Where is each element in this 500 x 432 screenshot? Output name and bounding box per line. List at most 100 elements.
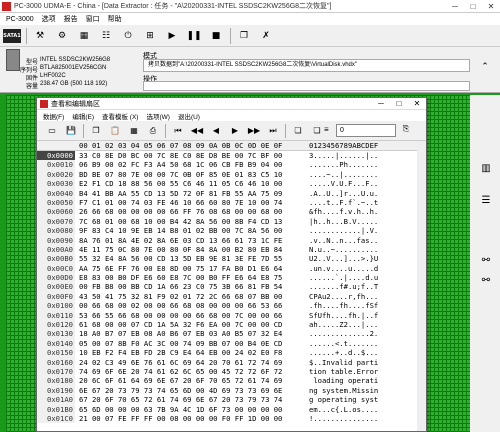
hex-row[interactable]: 0x0140 05 00 07 8B F0 AC 3C 00 74 09 BB 0… [37,338,426,349]
hex-row[interactable]: 0x0190 6E 67 20 73 79 73 74 65 6D 00 4D 6… [37,385,426,396]
dialog-maximize-icon[interactable]: □ [390,98,408,110]
hex-row[interactable]: 0x01C0 21 00 07 FE FF FF 00 08 00 00 00 F… [37,413,426,424]
hex-row-bytes[interactable]: 43 50 41 75 32 81 F9 02 01 72 2C 66 68 0… [75,292,305,301]
offset-input[interactable]: 0 [336,124,396,137]
hex-row[interactable]: 0x0100 00 66 68 00 02 00 00 66 68 08 00 0… [37,301,426,311]
next-icon[interactable]: ▶ [228,124,242,138]
dialog-menu-template[interactable]: 查看模板 (X) [98,111,142,121]
sliders-icon[interactable]: ☷ [98,28,114,44]
hex-row[interactable]: 0x0090 8A 76 01 8A 4E 02 8A 6E 03 CD 13 6… [37,235,426,245]
chart-icon[interactable]: ▥ [479,163,493,177]
hex-row-bytes[interactable]: AA 75 6E FF 76 00 E8 8D 00 75 17 FA B0 D… [75,264,305,273]
hex-row-ascii[interactable]: ......+..d..$... [305,348,425,357]
menu-pc3000[interactable]: PC-3000 [2,16,38,23]
hex-row[interactable]: 0x00B0 55 32 E4 8A 56 00 CD 13 5D EB 9E 8… [37,254,426,264]
hex-row-ascii[interactable]: ......`.|....d.u [305,273,425,282]
hex-row-bytes[interactable]: 06 B9 00 02 FC F3 A4 50 68 1C 06 CB FB B… [75,160,305,169]
hex-row[interactable]: 0x0040 B4 41 BB AA 55 CD 13 5D 72 0F 81 F… [37,188,426,198]
next-fast-icon[interactable]: ▶▶ [247,124,261,138]
menu-options[interactable]: 选项 [38,14,60,24]
hex-row-bytes[interactable]: 67 20 6F 70 65 72 61 74 69 6E 67 20 73 7… [75,395,305,404]
hex-row[interactable]: 0x0020 BD BE 07 80 7E 00 00 7C 0B 0F 85 0… [37,169,426,180]
hex-row-bytes[interactable]: 00 FB B8 00 BB CD 1A 66 23 C0 75 3B 66 8… [75,282,305,291]
hex-row-ascii[interactable]: loading operati [305,376,425,385]
bookmark-alt-icon[interactable]: ❏ [310,124,324,138]
hex-row-ascii[interactable]: ....t..F.f`.~..t [305,198,425,207]
hex-row-bytes[interactable]: 00 66 68 00 02 00 00 66 68 08 00 00 00 6… [75,301,305,310]
hex-row-ascii[interactable]: 3.....|......|.. [305,151,425,160]
hex-row-ascii[interactable]: &fh....f.v.h..h. [305,207,425,216]
hex-row-ascii[interactable]: .......f#.u;f..T [305,282,425,291]
hex-row[interactable]: 0x0050 F7 C1 01 00 74 03 FE 46 10 66 60 8… [37,197,426,208]
last-sector-icon[interactable]: ⏭ [266,124,280,138]
hex-row-bytes[interactable]: 8A 76 01 8A 4E 02 8A 6E 03 CD 13 66 61 7… [75,236,305,245]
hex-row-bytes[interactable]: F7 C1 01 00 74 03 FE 46 10 66 60 80 7E 1… [75,198,305,207]
hex-row-ascii[interactable]: |h..h...B.V..... [305,217,425,226]
hex-row-bytes[interactable]: 7C 68 01 00 68 10 00 B4 42 8A 56 00 8B F… [75,217,305,226]
hex-row-bytes[interactable]: 65 6D 00 00 00 63 7B 9A 4C 1D 6F 73 00 0… [75,405,305,414]
minimize-icon[interactable]: ─ [446,0,464,13]
paste-icon[interactable]: 📋 [108,124,122,138]
first-sector-icon[interactable]: ⏮ [171,124,185,138]
hex-row-ascii[interactable]: ng system.Missin [305,386,425,395]
power-icon[interactable]: ⏻ [120,28,136,44]
maximize-icon[interactable]: □ [464,0,482,13]
hex-row-ascii[interactable]: ..............2. [305,329,425,338]
dialog-menu-data[interactable]: 数据(F) [39,111,68,121]
hex-row-bytes[interactable]: 53 66 55 66 68 00 00 00 00 66 68 00 7C 0… [75,311,305,320]
hex-row-ascii[interactable]: !............... [305,414,425,423]
hex-row-ascii[interactable]: $..Invalid parti [305,358,425,367]
hex-row-ascii[interactable]: ah.....Z2...|... [305,320,425,329]
hex-row[interactable]: 0x0150 10 EB F2 F4 EB FD 2B C9 E4 64 EB 0… [37,348,426,358]
copy-icon[interactable]: ❐ [89,124,103,138]
hex-row-ascii[interactable]: .....V.U.F...F.. [305,179,425,188]
hex-row[interactable]: 0x0070 7C 68 01 00 68 10 00 B4 42 8A 56 0… [37,216,426,227]
hex-row[interactable]: 0x00A0 4E 11 75 0C 80 7E 00 80 0F 84 8A 0… [37,244,426,255]
hex-row-ascii[interactable]: ....~..|........ [305,170,425,179]
hex-row-bytes[interactable]: 10 EB F2 F4 EB FD 2B C9 E4 64 EB 00 24 0… [75,348,305,357]
list-icon[interactable]: ☰ [479,195,493,209]
chip-icon[interactable]: ▦ [76,28,92,44]
hex-row-ascii[interactable]: g operating syst [305,395,425,404]
hex-row-ascii[interactable]: SfUfh....fh.|..f [305,311,425,320]
hex-row[interactable]: 0x0170 74 69 6F 6E 20 74 61 62 6C 65 00 4… [37,366,426,377]
hex-row-ascii[interactable]: .fh....fh....fSf [305,301,425,310]
hex-scrollbar[interactable] [417,141,426,431]
menu-help[interactable]: 帮助 [104,14,126,24]
hex-row-ascii[interactable]: ......<.t....... [305,339,425,348]
hex-row-bytes[interactable]: 18 A0 B7 07 EB 08 A0 B6 07 EB 03 A0 B5 0… [75,329,305,338]
copy-icon[interactable]: ❐ [236,28,252,44]
hex-row-bytes[interactable]: 05 00 07 8B F0 AC 3C 00 74 09 BB 07 00 B… [75,339,305,348]
hex-row[interactable]: 0x00C0 AA 75 6E FF 76 00 E8 8D 00 75 17 F… [37,263,426,274]
clear-icon[interactable]: ✗ [258,28,274,44]
pause-icon[interactable]: ❚❚ [186,28,202,44]
hex-row-bytes[interactable]: BD BE 07 80 7E 00 00 7C 0B 0F 85 0E 01 8… [75,170,305,179]
hex-row-ascii[interactable]: U2..V...]...>.}U [305,254,425,263]
hex-row-bytes[interactable]: 55 32 E4 8A 56 00 CD 13 5D EB 9E 81 3E F… [75,254,305,263]
hex-row-ascii[interactable]: CPAu2....r,fh... [305,292,425,301]
hex-row-ascii[interactable]: N.u..~.......... [305,245,425,254]
save-icon[interactable]: 💾 [64,124,78,138]
hex-row-bytes[interactable]: 74 69 6F 6E 20 74 61 62 6C 65 00 45 72 7… [75,367,305,376]
hex-row-ascii[interactable]: .un.v....u.....d [305,264,425,273]
open-icon[interactable]: ▭ [45,124,59,138]
hex-row[interactable]: 0x0060 26 66 68 00 00 00 00 66 FF 76 08 6… [37,207,426,217]
hex-row[interactable]: 0x00F0 43 50 41 75 32 81 F9 02 01 72 2C 6… [37,291,426,302]
hex-row-bytes[interactable]: E8 83 00 B0 DF E6 60 E8 7C 00 B0 FF E6 6… [75,273,305,282]
hex-row[interactable]: 0x0000 33 C0 8E D0 BC 00 7C 8E C0 8E D8 B… [37,151,426,161]
play-icon[interactable]: ▶ [164,28,180,44]
hex-row-bytes[interactable]: 21 00 07 FE FF FF 00 08 00 00 00 F0 FF 1… [75,414,305,423]
hex-row-bytes[interactable]: 20 6C 6F 61 64 69 6E 67 20 6F 70 65 72 6… [75,376,305,385]
dialog-minimize-icon[interactable]: ─ [372,98,390,110]
grid-icon[interactable]: ▦ [127,124,141,138]
hex-row[interactable]: 0x0030 E2 F1 CD 18 88 56 00 55 C6 46 11 0… [37,179,426,189]
dialog-menu-exit[interactable]: 退出(U) [174,111,204,121]
hex-row-ascii[interactable]: .v..N..n...fas.. [305,236,425,245]
hex-row[interactable]: 0x0160 24 02 C3 49 6E 76 61 6C 69 64 20 7… [37,357,426,367]
hex-row-ascii[interactable]: ............|.V. [305,226,425,235]
hex-row[interactable]: 0x0120 61 68 00 00 07 CD 1A 5A 32 F6 EA 0… [37,320,426,330]
hex-row[interactable]: 0x01A0 67 20 6F 70 65 72 61 74 69 6E 67 2… [37,395,426,405]
hex-row-bytes[interactable]: 26 66 68 00 00 00 00 66 FF 76 08 68 00 0… [75,207,305,216]
hex-row-ascii[interactable]: tion table.Error [305,367,425,376]
tools-icon[interactable]: ⚒ [32,28,48,44]
